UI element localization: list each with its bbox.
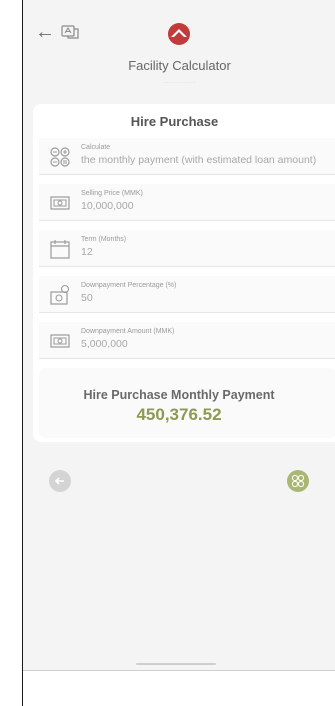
field-value: 50 — [81, 292, 93, 304]
back-arrow-icon[interactable]: ← — [35, 22, 55, 42]
field-value: 5,000,000 — [81, 338, 128, 350]
selling-price-field[interactable]: Selling Price (MMK) 10,000,000 — [39, 184, 335, 221]
field-value: 12 — [81, 246, 93, 258]
result-panel: Hire Purchase Monthly Payment 450,376.52 — [39, 368, 335, 438]
previous-button[interactable] — [49, 470, 71, 492]
calculator-icon — [291, 474, 305, 488]
cash-icon — [50, 196, 70, 210]
calculator-card: Hire Purchase Calculate the monthly paym… — [33, 104, 335, 442]
result-value: 450,376.52 — [136, 405, 222, 424]
downpayment-amount-field[interactable]: Downpayment Amount (MMK) 5,000,000 — [39, 322, 335, 359]
brand-logo-icon — [168, 23, 190, 45]
calculate-field[interactable]: Calculate the monthly payment (with esti… — [39, 138, 335, 175]
downpayment-percentage-field[interactable]: Downpayment Percentage (%) 50 — [39, 276, 335, 313]
page-title: Facility Calculator — [128, 58, 231, 73]
app-screen: ← Facility Calculator ··········· Hire P… — [23, 0, 335, 671]
top-bar: ← Facility Calculator ··········· — [23, 0, 335, 110]
result-label: Hire Purchase Monthly Payment — [83, 388, 275, 402]
arrow-left-icon — [54, 477, 64, 485]
field-label: Term (Months) — [81, 236, 127, 243]
cash-icon — [50, 334, 70, 348]
term-field[interactable]: Term (Months) 12 — [39, 230, 335, 267]
language-toggle-icon[interactable] — [61, 24, 79, 40]
card-title: Hire Purchase — [130, 114, 219, 129]
field-label: Downpayment Percentage (%) — [81, 282, 177, 289]
money-percent-icon — [50, 284, 70, 305]
field-value: 10,000,000 — [81, 200, 134, 212]
field-value: the monthly payment (with estimated loan… — [81, 154, 317, 166]
title-underline-dots: ··········· — [163, 80, 196, 86]
field-label: Calculate — [81, 144, 111, 151]
calculator-icon — [50, 147, 70, 167]
phone-frame: ← Facility Calculator ··········· Hire P… — [22, 0, 335, 706]
calendar-icon — [50, 240, 70, 259]
calculate-button[interactable] — [287, 470, 309, 492]
field-label: Downpayment Amount (MMK) — [81, 328, 175, 335]
home-indicator[interactable] — [136, 663, 216, 665]
field-label: Selling Price (MMK) — [81, 190, 143, 197]
